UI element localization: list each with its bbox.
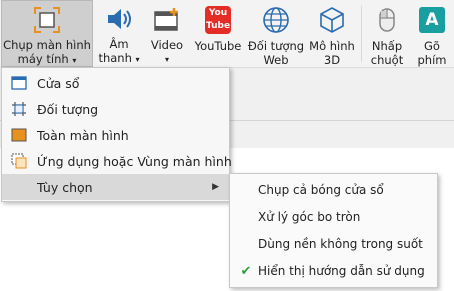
youtube-logo-bottom: Tube <box>205 21 231 31</box>
object-select-icon <box>11 101 27 117</box>
keystroke-label-1: Gõ <box>424 39 440 53</box>
ribbon-toolbar: Chụp màn hình máy tính ▾ Âm thanh ▾ Vide… <box>0 0 454 67</box>
menu-item-label: Tùy chọn <box>37 179 93 195</box>
screen-capture-label-1: Chụp màn hình <box>3 38 91 52</box>
mouse-click-button[interactable]: Nhấp chuột <box>366 0 408 67</box>
youtube-logo-top: You <box>208 8 228 18</box>
audio-label-1: Âm <box>109 37 129 51</box>
chevron-down-icon: ▾ <box>72 56 77 65</box>
menu-item-object[interactable]: Đối tượng <box>2 96 229 122</box>
3d-model-label-2: 3D <box>323 53 341 67</box>
option-label: Xử lý góc bo tròn <box>258 210 361 224</box>
option-label: Dùng nền không trong suốt <box>258 237 423 251</box>
mouse-click-label-2: chuột <box>370 53 404 67</box>
option-label: Chụp cả bóng cửa sổ <box>258 183 384 197</box>
chevron-down-icon: ▾ <box>135 55 140 64</box>
capture-menu: Cửa sổ Đối tượng Toàn màn hình Ứng dụng … <box>1 67 232 202</box>
web-object-label-1: Đối tượng <box>247 39 305 53</box>
video-button[interactable]: Video ▾ <box>145 0 189 67</box>
window-icon <box>11 75 27 91</box>
globe-icon <box>260 4 292 36</box>
screen-capture-label-2: máy tính <box>17 52 69 66</box>
youtube-button[interactable]: You Tube YouTube <box>192 0 244 67</box>
audio-button[interactable]: Âm thanh ▾ <box>97 0 141 67</box>
chevron-down-icon: ▾ <box>164 55 169 64</box>
keyboard-letter: A <box>419 7 445 33</box>
3d-model-button[interactable]: Mô hình 3D <box>307 0 357 67</box>
video-icon <box>151 4 183 35</box>
checkmark-icon: ✔ <box>240 263 252 279</box>
mouse-click-label-1: Nhấp <box>371 39 403 53</box>
menu-item-window[interactable]: Cửa sổ <box>2 70 229 96</box>
menu-item-label: Ứng dụng hoặc Vùng màn hình <box>37 153 232 169</box>
youtube-icon: You Tube <box>202 4 234 36</box>
options-submenu: Chụp cả bóng cửa sổ Xử lý góc bo tròn Dù… <box>229 173 438 288</box>
option-opaque-background[interactable]: Dùng nền không trong suốt <box>230 230 437 258</box>
audio-label-2: thanh <box>98 51 132 65</box>
menu-item-label: Toàn màn hình <box>37 127 129 143</box>
youtube-label: YouTube <box>194 39 242 53</box>
submenu-arrow-icon: ▶ <box>212 182 219 192</box>
web-object-button[interactable]: Đối tượng Web <box>247 0 305 67</box>
screen-capture-button[interactable]: Chụp màn hình máy tính ▾ <box>1 0 93 67</box>
option-capture-shadow[interactable]: Chụp cả bóng cửa sổ <box>230 176 437 204</box>
option-rounded-corners[interactable]: Xử lý góc bo tròn <box>230 203 437 231</box>
keystroke-button[interactable]: A Gõ phím <box>412 0 452 67</box>
cube-icon <box>316 4 348 36</box>
screen-capture-icon <box>31 5 63 35</box>
menu-item-fullscreen[interactable]: Toàn màn hình <box>2 122 229 148</box>
menu-item-label: Cửa sổ <box>37 75 80 91</box>
fullscreen-icon <box>11 127 27 143</box>
app-region-icon <box>11 153 27 169</box>
mouse-icon <box>371 4 403 36</box>
video-label: Video <box>150 38 184 52</box>
keyboard-a-icon: A <box>416 4 448 36</box>
menu-item-label: Đối tượng <box>37 101 99 117</box>
web-object-label-2: Web <box>263 53 289 67</box>
option-show-usage-guide[interactable]: ✔ Hiển thị hướng dẫn sử dụng <box>230 257 437 285</box>
ribbon-separator <box>361 6 362 62</box>
menu-item-options[interactable]: Tùy chọn ▶ <box>2 174 229 200</box>
speaker-icon <box>103 4 135 34</box>
option-label: Hiển thị hướng dẫn sử dụng <box>258 264 425 278</box>
keystroke-label-2: phím <box>417 53 447 67</box>
menu-item-app-region[interactable]: Ứng dụng hoặc Vùng màn hình <box>2 148 232 174</box>
3d-model-label-1: Mô hình <box>309 39 355 53</box>
